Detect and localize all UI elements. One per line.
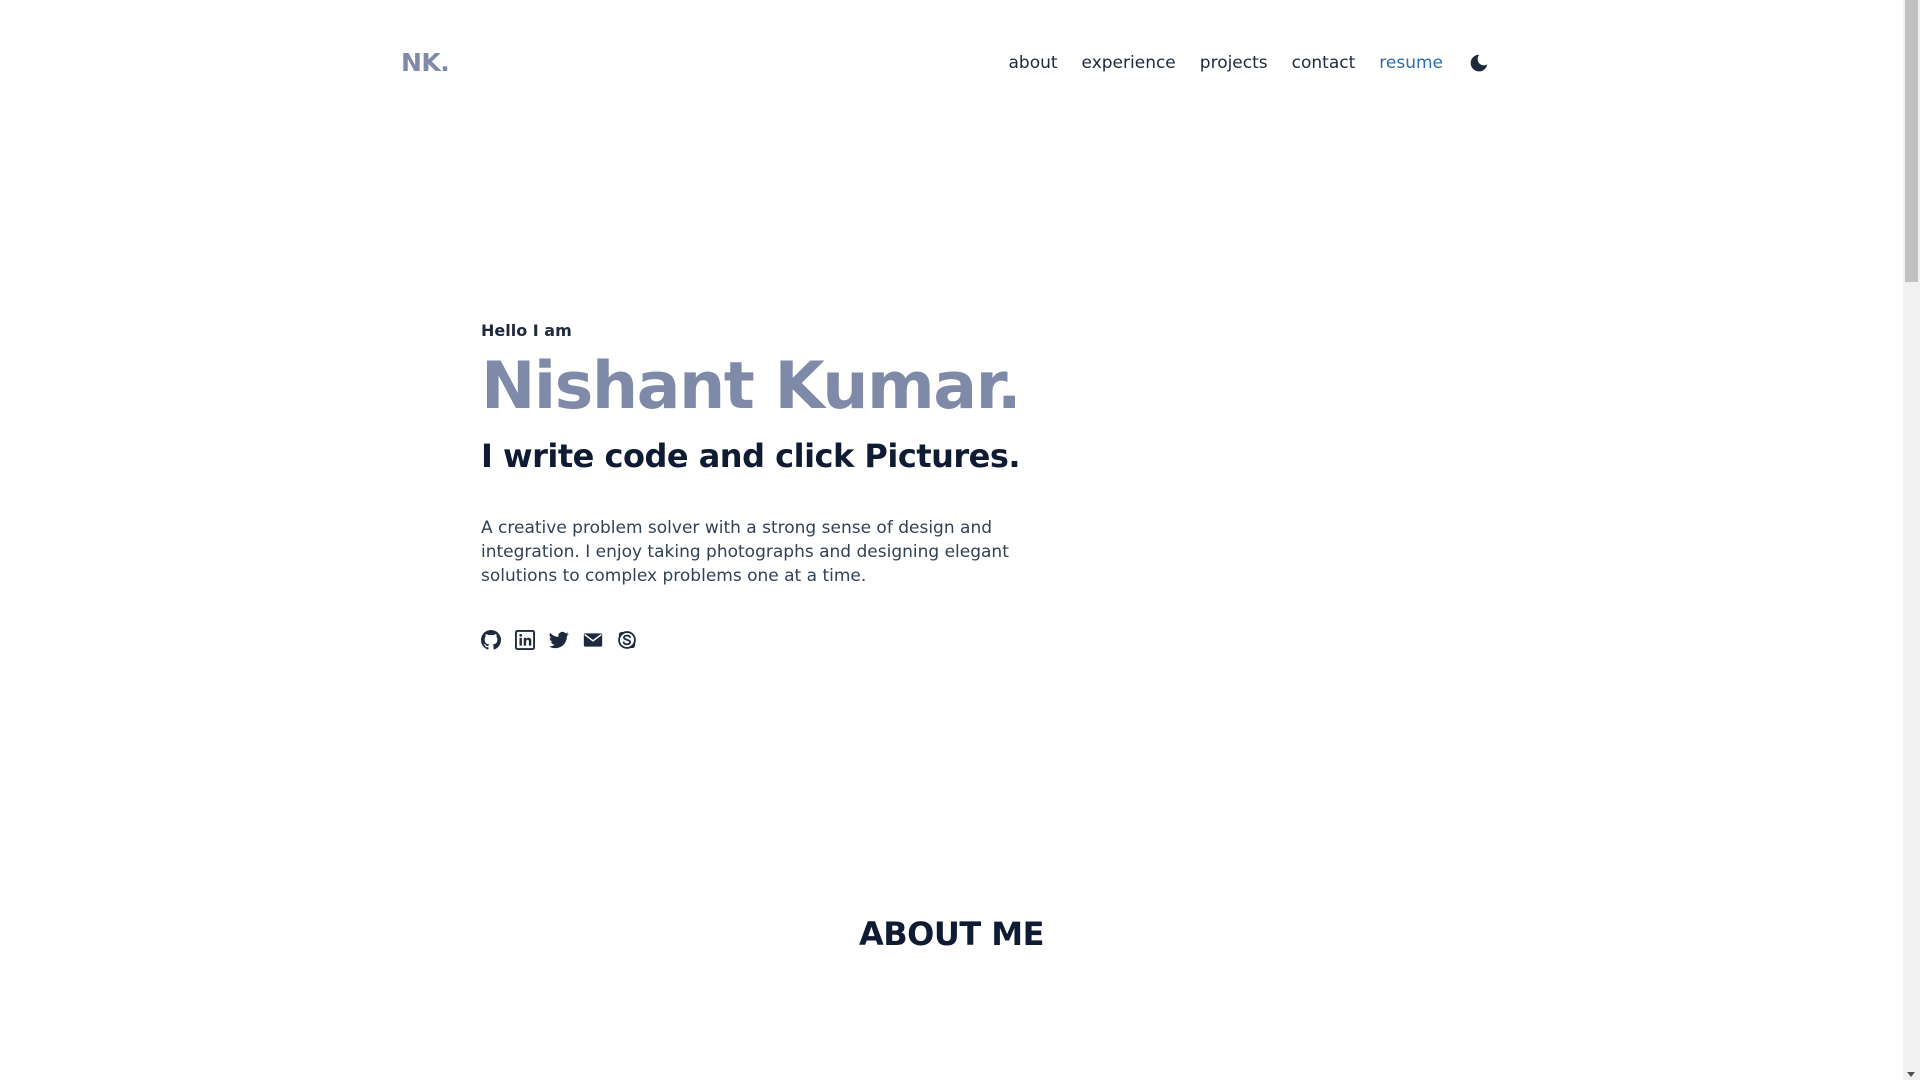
theme-toggle-button[interactable] — [1468, 52, 1490, 74]
scroll-down-arrow-icon[interactable] — [1907, 1072, 1915, 1077]
hero-tagline: I write code and click Pictures. — [481, 437, 1021, 475]
nav-contact[interactable]: contact — [1292, 52, 1356, 74]
nav-experience[interactable]: experience — [1082, 52, 1176, 74]
skype-link[interactable] — [617, 630, 637, 650]
scrollbar-thumb[interactable] — [1905, 0, 1918, 282]
skype-icon — [618, 631, 636, 649]
email-icon — [583, 633, 603, 647]
nav-projects[interactable]: projects — [1200, 52, 1268, 74]
twitter-link[interactable] — [549, 630, 569, 650]
twitter-icon — [549, 631, 569, 649]
nav-resume[interactable]: resume — [1379, 52, 1443, 74]
hero-section: Hello I am Nishant Kumar. I write code a… — [481, 318, 1101, 650]
hero-bio: A creative problem solver with a strong … — [481, 518, 1009, 586]
linkedin-icon — [515, 630, 535, 650]
moon-icon — [1470, 54, 1488, 72]
hero-name: Nishant Kumar. — [481, 349, 1022, 424]
site-logo[interactable]: NK. — [401, 48, 450, 77]
main-nav: about experience projects contact resume — [984, 52, 1490, 74]
email-link[interactable] — [583, 630, 603, 650]
nav-about[interactable]: about — [1008, 52, 1057, 74]
social-links — [481, 630, 1101, 650]
page: NK. about experience projects contact re… — [0, 0, 1903, 1080]
github-icon — [481, 630, 501, 650]
linkedin-link[interactable] — [515, 630, 535, 650]
hero-greeting: Hello I am — [481, 321, 572, 340]
page-scrollbar[interactable] — [1903, 0, 1920, 1080]
github-link[interactable] — [481, 630, 501, 650]
about-section-title: ABOUT ME — [858, 915, 1045, 953]
